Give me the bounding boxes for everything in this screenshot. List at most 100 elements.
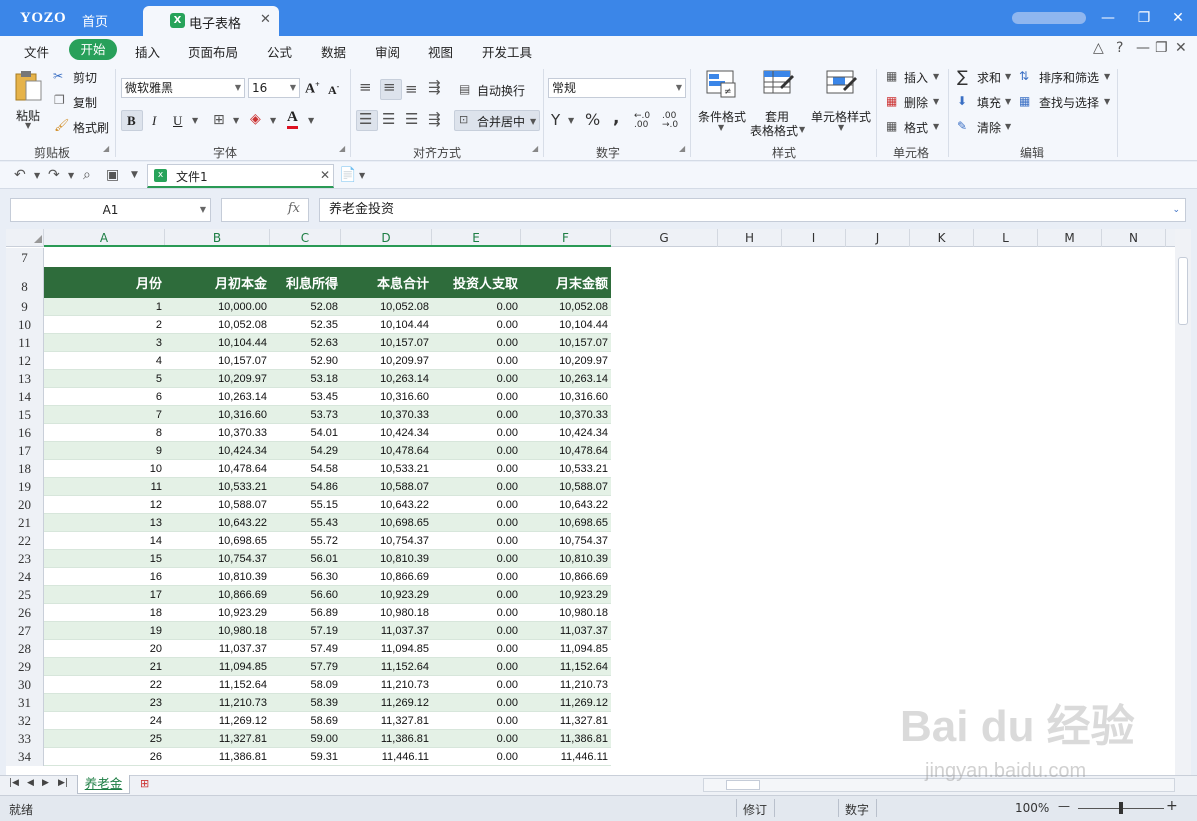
cell-opening[interactable]: 11,269.12 <box>165 712 270 730</box>
column-header[interactable]: J <box>846 229 910 247</box>
cell-opening[interactable]: 10,263.14 <box>165 388 270 406</box>
underline-dropdown-icon[interactable]: ▼ <box>192 116 198 125</box>
fx-button[interactable]: fx <box>221 198 309 222</box>
column-header[interactable]: I <box>782 229 846 247</box>
row-header[interactable]: 15 <box>6 406 44 424</box>
cell-withdrawal[interactable]: 0.00 <box>432 676 521 694</box>
row-header[interactable]: 26 <box>6 604 44 622</box>
cell-interest[interactable]: 53.73 <box>270 406 341 424</box>
cell-total[interactable]: 10,478.64 <box>341 442 432 460</box>
print-preview-icon[interactable]: ⌕ <box>83 167 91 183</box>
menu-page-layout[interactable]: 页面布局 <box>188 42 238 61</box>
cell-closing[interactable]: 10,980.18 <box>521 604 611 622</box>
row-header[interactable]: 11 <box>6 334 44 352</box>
ribbon-minimize-icon[interactable]: — <box>1136 40 1150 56</box>
expand-formula-icon[interactable]: ⌄ <box>1172 199 1180 221</box>
cell-month[interactable]: 9 <box>44 442 165 460</box>
cell-total[interactable]: 10,316.60 <box>341 388 432 406</box>
row-header[interactable]: 30 <box>6 676 44 694</box>
collapse-ribbon-icon[interactable]: △ <box>1093 40 1104 56</box>
help-icon[interactable]: ? <box>1116 40 1123 56</box>
cell-month[interactable]: 6 <box>44 388 165 406</box>
file-tab-close-icon[interactable]: ✕ <box>320 168 330 182</box>
row-header[interactable]: 21 <box>6 514 44 532</box>
name-box[interactable]: A1 ▼ <box>10 198 211 222</box>
cell-interest[interactable]: 55.72 <box>270 532 341 550</box>
row-header[interactable]: 33 <box>6 730 44 748</box>
align-top-icon[interactable]: ≡ <box>359 78 372 96</box>
clipboard-launcher-icon[interactable]: ◢ <box>103 144 109 153</box>
number-format-select[interactable]: 常规 ▼ <box>548 78 686 98</box>
cell-interest[interactable]: 54.29 <box>270 442 341 460</box>
cell-total[interactable]: 11,269.12 <box>341 694 432 712</box>
cell-withdrawal[interactable]: 0.00 <box>432 568 521 586</box>
format-cells-button[interactable]: 格式 <box>904 119 928 136</box>
close-button[interactable]: ✕ <box>1168 8 1188 28</box>
cell-withdrawal[interactable]: 0.00 <box>432 460 521 478</box>
cell-withdrawal[interactable]: 0.00 <box>432 370 521 388</box>
cell-month[interactable]: 12 <box>44 496 165 514</box>
number-launcher-icon[interactable]: ◢ <box>679 144 685 153</box>
cell-closing[interactable]: 10,754.37 <box>521 532 611 550</box>
cell-withdrawal[interactable]: 0.00 <box>432 586 521 604</box>
cell-total[interactable]: 10,588.07 <box>341 478 432 496</box>
cell-interest[interactable]: 54.86 <box>270 478 341 496</box>
cell-month[interactable]: 16 <box>44 568 165 586</box>
cell-interest[interactable]: 52.08 <box>270 298 341 316</box>
sheet-tab-active[interactable]: 养老金 <box>77 775 130 794</box>
table-style-dropdown-icon[interactable]: ▼ <box>799 125 805 134</box>
cell-interest[interactable]: 53.45 <box>270 388 341 406</box>
row-header[interactable]: 18 <box>6 460 44 478</box>
table-header-interest[interactable]: 利息所得 <box>270 267 341 298</box>
menu-review[interactable]: 审阅 <box>375 42 400 61</box>
conditional-format-dropdown-icon[interactable]: ▼ <box>718 123 724 132</box>
row-header[interactable]: 14 <box>6 388 44 406</box>
menu-view[interactable]: 视图 <box>428 42 453 61</box>
font-launcher-icon[interactable]: ◢ <box>339 144 345 153</box>
vertical-scroll-thumb[interactable] <box>1178 257 1188 325</box>
cell-withdrawal[interactable]: 0.00 <box>432 658 521 676</box>
cell-closing[interactable]: 10,104.44 <box>521 316 611 334</box>
row-header[interactable]: 13 <box>6 370 44 388</box>
cell-opening[interactable]: 10,209.97 <box>165 370 270 388</box>
currency-dropdown-icon[interactable]: ▼ <box>568 116 574 125</box>
cell-closing[interactable]: 10,370.33 <box>521 406 611 424</box>
cell-withdrawal[interactable]: 0.00 <box>432 406 521 424</box>
table-header-withdrawal[interactable]: 投资人支取 <box>432 267 521 298</box>
sort-dropdown-icon[interactable]: ▼ <box>1104 72 1110 81</box>
find-dropdown-icon[interactable]: ▼ <box>1104 97 1110 106</box>
cell-closing[interactable]: 10,643.22 <box>521 496 611 514</box>
row-header[interactable]: 9 <box>6 298 44 316</box>
decrease-decimal-icon[interactable]: .00 →.0 <box>662 112 678 130</box>
vertical-scrollbar[interactable] <box>1175 229 1191 775</box>
cut-button[interactable]: 剪切 <box>73 69 97 86</box>
first-sheet-icon[interactable]: |◀ <box>9 778 19 788</box>
cell-interest[interactable]: 53.18 <box>270 370 341 388</box>
cell-month[interactable]: 17 <box>44 586 165 604</box>
cell-month[interactable]: 24 <box>44 712 165 730</box>
cell-interest[interactable]: 52.90 <box>270 352 341 370</box>
cell-closing[interactable]: 10,052.08 <box>521 298 611 316</box>
cell-withdrawal[interactable]: 0.00 <box>432 748 521 766</box>
cell-withdrawal[interactable]: 0.00 <box>432 712 521 730</box>
format-painter-button[interactable]: 格式刷 <box>73 119 109 136</box>
cell-opening[interactable]: 10,643.22 <box>165 514 270 532</box>
cell-closing[interactable]: 11,094.85 <box>521 640 611 658</box>
cell-month[interactable]: 2 <box>44 316 165 334</box>
cell-opening[interactable]: 11,210.73 <box>165 694 270 712</box>
cell-withdrawal[interactable]: 0.00 <box>432 550 521 568</box>
cell-month[interactable]: 23 <box>44 694 165 712</box>
cell-withdrawal[interactable]: 0.00 <box>432 388 521 406</box>
cell-withdrawal[interactable]: 0.00 <box>432 298 521 316</box>
cell-withdrawal[interactable]: 0.00 <box>432 640 521 658</box>
insert-dropdown-icon[interactable]: ▼ <box>933 72 939 81</box>
align-center-icon[interactable]: ☰ <box>382 110 395 128</box>
cell-opening[interactable]: 10,754.37 <box>165 550 270 568</box>
cell-withdrawal[interactable]: 0.00 <box>432 532 521 550</box>
cell-month[interactable]: 21 <box>44 658 165 676</box>
indent-icon[interactable]: ⇶ <box>428 78 441 96</box>
row-header[interactable]: 25 <box>6 586 44 604</box>
cell-withdrawal[interactable]: 0.00 <box>432 316 521 334</box>
column-header[interactable]: H <box>718 229 782 247</box>
zoom-in-button[interactable]: + <box>1166 798 1178 814</box>
